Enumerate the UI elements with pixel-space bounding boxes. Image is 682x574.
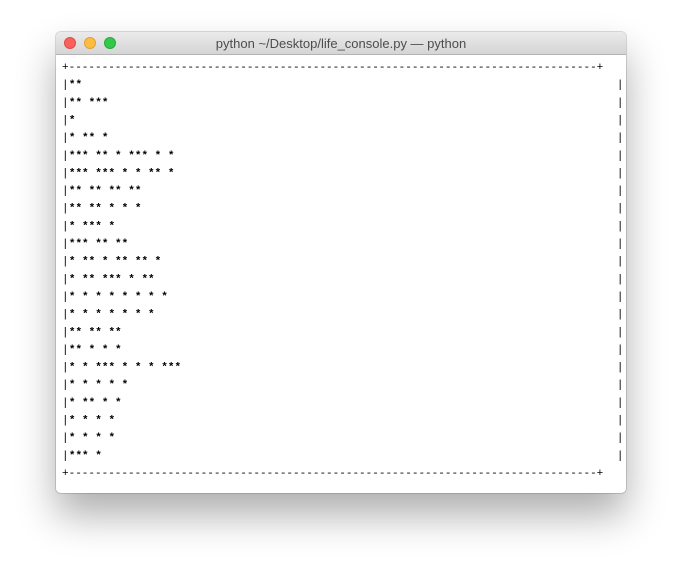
board-row: ** * * * — [69, 344, 122, 356]
title-bar[interactable]: python ~/Desktop/life_console.py — pytho… — [56, 32, 626, 55]
board-row: *** ** ** — [69, 239, 128, 251]
border-right: | — [617, 168, 624, 180]
border-right: | — [617, 344, 624, 356]
board-row: * *** * — [69, 221, 115, 233]
border-left: | — [62, 80, 69, 92]
border-left: | — [62, 380, 69, 392]
border-right: | — [617, 433, 624, 445]
border-right: | — [617, 397, 624, 409]
border-right: | — [617, 256, 624, 268]
board-row: ** *** — [69, 97, 109, 109]
terminal-window: python ~/Desktop/life_console.py — pytho… — [56, 32, 626, 493]
border-left: | — [62, 291, 69, 303]
border-left: | — [62, 221, 69, 233]
border-right: | — [617, 80, 624, 92]
border-left: | — [62, 450, 69, 462]
board-row: * ** * ** ** * — [69, 256, 161, 268]
border-left: | — [62, 97, 69, 109]
board-row: * ** * — [69, 133, 109, 145]
border-right: | — [617, 362, 624, 374]
border-left: | — [62, 115, 69, 127]
terminal-content[interactable]: +---------------------------------------… — [56, 55, 626, 493]
board-row: ** ** ** ** — [69, 186, 142, 198]
border-right: | — [617, 327, 624, 339]
board-row: *** *** * * ** * — [69, 168, 175, 180]
border-right: | — [617, 133, 624, 145]
border-left: | — [62, 168, 69, 180]
border-left: | — [62, 203, 69, 215]
board-row: ** ** * * * — [69, 203, 142, 215]
border-left: | — [62, 433, 69, 445]
board-row: * * * * * * * — [69, 309, 155, 321]
border-right: | — [617, 221, 624, 233]
border-left: | — [62, 327, 69, 339]
border-left: | — [62, 239, 69, 251]
border-right: | — [617, 115, 624, 127]
border-top: +---------------------------------------… — [62, 62, 603, 74]
board-row: * — [69, 115, 76, 127]
border-right: | — [617, 97, 624, 109]
board-row: * * * * * — [69, 380, 128, 392]
board-row: * * *** * * * *** — [69, 362, 181, 374]
board-row: ** ** ** — [69, 327, 122, 339]
border-left: | — [62, 415, 69, 427]
border-right: | — [617, 380, 624, 392]
border-right: | — [617, 150, 624, 162]
border-left: | — [62, 274, 69, 286]
board-row: * ** * * — [69, 397, 122, 409]
window-title: python ~/Desktop/life_console.py — pytho… — [215, 36, 467, 51]
border-left: | — [62, 133, 69, 145]
border-left: | — [62, 362, 69, 374]
border-left: | — [62, 397, 69, 409]
board-row: * * * * — [69, 433, 115, 445]
board-row: *** * — [69, 450, 102, 462]
border-right: | — [617, 203, 624, 215]
border-right: | — [617, 309, 624, 321]
board-row: *** ** * *** * * — [69, 150, 175, 162]
border-left: | — [62, 186, 69, 198]
border-left: | — [62, 150, 69, 162]
life-board: +---------------------------------------… — [62, 62, 624, 480]
border-right: | — [617, 450, 624, 462]
board-row: ** — [69, 80, 82, 92]
border-right: | — [617, 186, 624, 198]
border-left: | — [62, 309, 69, 321]
board-row: * ** *** * ** — [69, 274, 155, 286]
border-right: | — [617, 291, 624, 303]
border-right: | — [617, 274, 624, 286]
border-bottom: +---------------------------------------… — [62, 468, 603, 480]
board-row: * * * * — [69, 415, 115, 427]
border-left: | — [62, 344, 69, 356]
board-row: * * * * * * * * — [69, 291, 168, 303]
border-right: | — [617, 239, 624, 251]
border-left: | — [62, 256, 69, 268]
border-right: | — [617, 415, 624, 427]
